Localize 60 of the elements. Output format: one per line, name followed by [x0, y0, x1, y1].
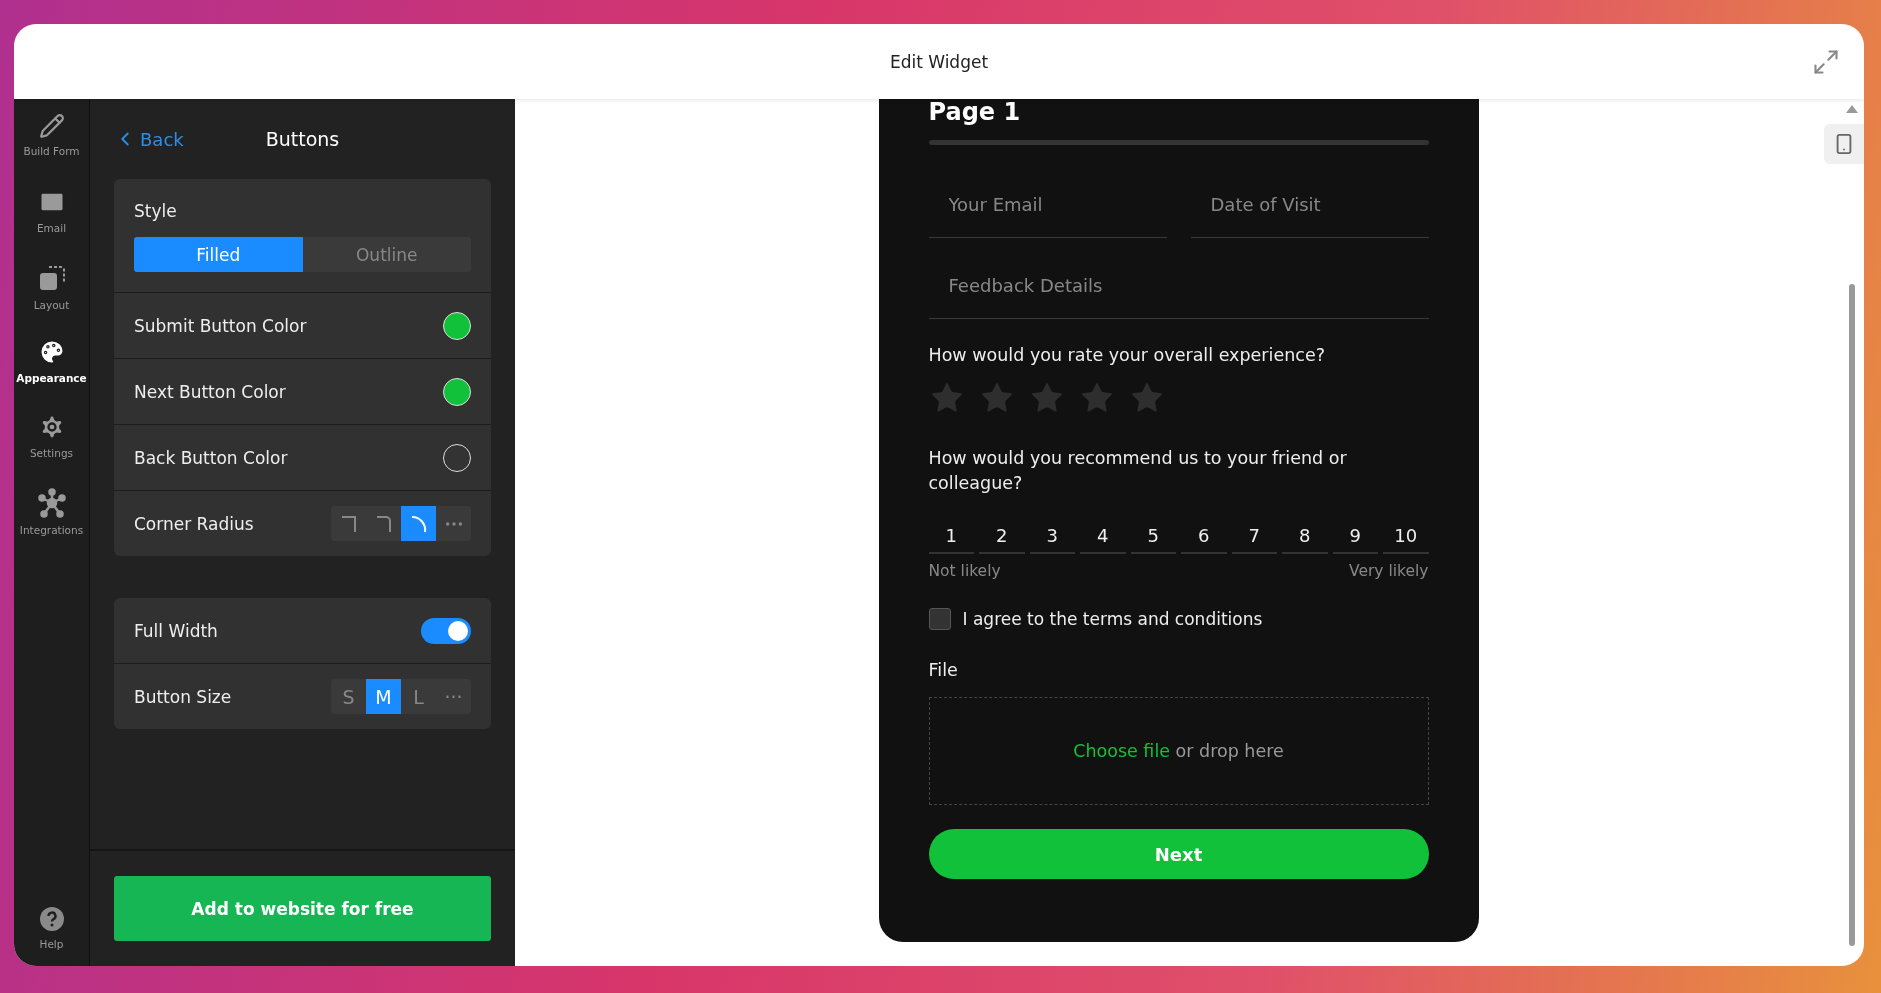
input-field[interactable]: Feedback Details — [928, 252, 1429, 319]
scale-option[interactable]: 9 — [1332, 518, 1378, 554]
setting-label: Back Button Color — [134, 447, 288, 468]
help-item[interactable]: Help — [14, 906, 89, 966]
file-drop-zone[interactable]: Choose file or drop here — [928, 697, 1429, 805]
scrollbar-thumb[interactable] — [1849, 284, 1855, 946]
terms-checkbox[interactable] — [928, 608, 951, 630]
color-swatch[interactable] — [443, 377, 471, 406]
input-field[interactable]: Your Email — [928, 171, 1167, 238]
scale-option[interactable]: 4 — [1080, 518, 1126, 554]
input-field[interactable]: Date of Visit — [1190, 171, 1429, 238]
terms-label: I agree to the terms and conditions — [962, 609, 1263, 629]
corner-option[interactable] — [401, 506, 436, 541]
style-label: Style — [134, 201, 178, 221]
help-icon — [38, 906, 65, 932]
pencil-icon — [38, 113, 65, 139]
scale-option[interactable]: 10 — [1383, 518, 1429, 554]
choose-file-link[interactable]: Choose file — [1073, 741, 1170, 761]
nav-item[interactable]: Settings — [14, 413, 89, 488]
network-icon — [36, 488, 67, 518]
panel-title: Buttons — [265, 128, 340, 150]
setting-label: Next Button Color — [134, 381, 286, 402]
expand-icon[interactable] — [1812, 48, 1840, 76]
full-width-switch[interactable] — [421, 617, 471, 644]
color-swatch[interactable] — [443, 311, 471, 340]
window-title: Edit Widget — [889, 51, 989, 72]
mobile-preview-button[interactable] — [1824, 124, 1864, 164]
scale-option[interactable]: 8 — [1282, 518, 1328, 554]
setting-label: Button Size — [134, 686, 232, 707]
style-option[interactable]: Filled — [134, 237, 303, 272]
nav-item[interactable]: Appearance — [14, 338, 89, 413]
scale-option[interactable]: 6 — [1181, 518, 1227, 554]
style-option[interactable]: Outline — [302, 237, 471, 272]
drop-text: Choose file or drop here — [1073, 741, 1284, 761]
size-option[interactable]: S — [331, 679, 366, 714]
size-option[interactable]: M — [366, 679, 401, 714]
setting-label: Corner Radius — [134, 513, 254, 534]
nav-item[interactable]: Layout — [14, 263, 89, 338]
scale-low-label: Not likely — [928, 562, 1001, 580]
scale-high-label: Very likely — [1349, 562, 1429, 580]
color-swatch[interactable] — [443, 443, 471, 472]
nav-item[interactable]: Email — [14, 188, 89, 263]
setting-label: Full Width — [134, 620, 218, 641]
nav-item[interactable]: Build Form — [14, 113, 89, 188]
size-option[interactable]: L — [401, 679, 436, 714]
setting-label: Submit Button Color — [134, 315, 307, 336]
scale-option[interactable]: 3 — [1029, 518, 1075, 554]
size-option[interactable]: ··· — [436, 679, 471, 714]
scale-option[interactable]: 1 — [928, 518, 974, 554]
nav-item[interactable]: Integrations — [14, 488, 89, 563]
scale-option[interactable]: 5 — [1130, 518, 1176, 554]
question-text: How would you rate your overall experience? — [928, 344, 1326, 367]
question-text: How would you recommend us to your friend or colleague? — [928, 447, 1348, 495]
back-link[interactable]: Back — [114, 128, 184, 150]
scale-option[interactable]: 7 — [1231, 518, 1277, 554]
file-label: File — [928, 659, 959, 682]
scale-option[interactable]: 2 — [979, 518, 1025, 554]
more-icon — [445, 521, 462, 526]
page-title: Page 1 — [928, 99, 1022, 125]
scroll-up-icon[interactable] — [1846, 105, 1858, 113]
